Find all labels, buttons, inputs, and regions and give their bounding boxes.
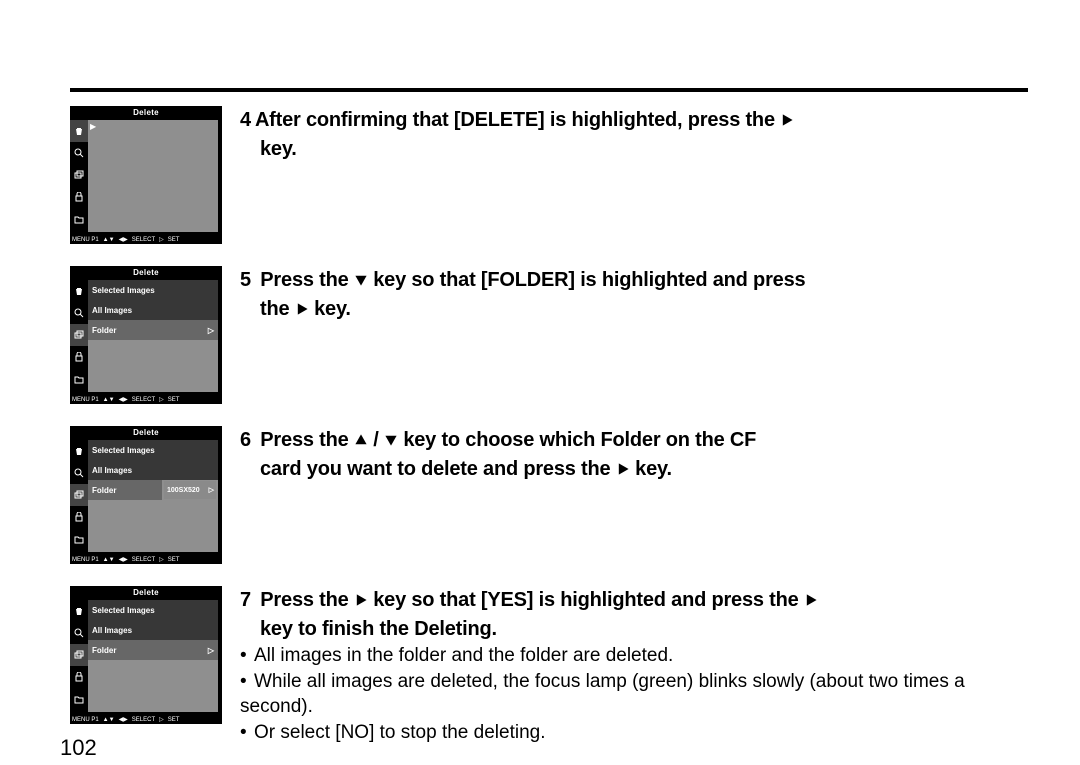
right-icon: ▷ (159, 396, 164, 403)
lcd-sidebar-icons (70, 120, 88, 232)
lcd-screen-5: Delete Selected Images All Images Folder… (70, 266, 222, 404)
trash-icon (70, 600, 88, 622)
lcd-sidebar-icons (70, 440, 88, 552)
lcd-footer: MENU P1 ▲▼ ◀▶ SELECT ▷ SET (70, 395, 222, 404)
slideshow-icon (70, 644, 88, 666)
right-arrow-icon (804, 587, 818, 615)
folder-name-box: 100SX520 ▷ (164, 481, 216, 499)
step-4-number: 4 (240, 109, 251, 131)
lcd-title: Delete (70, 266, 222, 278)
updown-icon: ▲▼ (103, 397, 115, 403)
note-1: All images in the folder and the folder … (254, 645, 673, 666)
folder-icon (70, 208, 88, 230)
step-5-text: 5 Press the key so that [FOLDER] is high… (240, 266, 1028, 324)
step-7-row: Delete Selected Images All Images Folder… (70, 582, 1028, 746)
lcd-screen-4: Delete (70, 106, 222, 244)
lcd-footer: MENU P1 ▲▼ ◀▶ SELECT ▷ SET (70, 715, 222, 724)
footer-menu: MENU P1 (72, 237, 99, 243)
down-arrow-icon (384, 427, 398, 455)
slideshow-icon (70, 324, 88, 346)
manual-page: Delete (0, 0, 1080, 765)
step-6-text: 6 Press the / key to choose which Folder… (240, 426, 1028, 484)
magnify-icon (70, 622, 88, 644)
step-4-row: Delete (70, 102, 1028, 254)
down-arrow-icon (354, 267, 368, 295)
updown-icon: ▲▼ (103, 557, 115, 563)
right-arrow-icon (780, 107, 794, 135)
step-6-row: Delete Selected Images All Images Folder… (70, 422, 1028, 574)
menu-item-all-images: All Images (88, 460, 218, 480)
step-7-text: 7 Press the key so that [YES] is highlig… (240, 586, 1028, 643)
lcd-screen-6: Delete Selected Images All Images Folder… (70, 426, 222, 564)
menu-item-selected-images: Selected Images (88, 280, 218, 300)
menu-item-selected-images: Selected Images (88, 600, 218, 620)
leftright-icon: ◀▶ (119, 236, 128, 243)
menu-item-all-images: All Images (88, 300, 218, 320)
right-indicator-icon: ▷ (209, 486, 214, 494)
lcd-screen-7: Delete Selected Images All Images Folder… (70, 586, 222, 724)
lcd-body: Selected Images All Images Folder ▷ (88, 280, 218, 392)
note-2: While all images are deleted, the focus … (240, 671, 965, 718)
menu-item-folder: Folder ▷ (88, 640, 218, 660)
right-indicator-icon: ▷ (208, 646, 214, 655)
up-arrow-icon (354, 427, 368, 455)
right-indicator-icon: ▷ (208, 326, 214, 335)
footer-select: SELECT (132, 237, 155, 243)
lcd-body: Selected Images All Images Folder ▷ (88, 600, 218, 712)
footer-set: SET (168, 237, 180, 243)
slideshow-icon (70, 164, 88, 186)
lcd-body (88, 120, 218, 232)
folder-icon (70, 368, 88, 390)
step-5-row: Delete Selected Images All Images Folder… (70, 262, 1028, 414)
right-icon: ▷ (159, 236, 164, 243)
magnify-icon (70, 142, 88, 164)
note-3: Or select [NO] to stop the deleting. (254, 722, 545, 743)
menu-item-all-images: All Images (88, 620, 218, 640)
play-indicator-icon: ▶ (90, 122, 96, 131)
step-6-number: 6 (240, 429, 251, 451)
lcd-title: Delete (70, 106, 222, 118)
right-icon: ▷ (159, 716, 164, 723)
lcd-sidebar-icons (70, 280, 88, 392)
updown-icon: ▲▼ (103, 237, 115, 243)
page-number: 102 (60, 735, 97, 761)
updown-icon: ▲▼ (103, 717, 115, 723)
step-7-number: 7 (240, 589, 251, 611)
right-arrow-icon (354, 587, 368, 615)
trash-icon (70, 280, 88, 302)
menu-item-folder: Folder (88, 480, 162, 500)
slideshow-icon (70, 484, 88, 506)
lcd-footer: MENU P1 ▲▼ ◀▶ SELECT ▷ SET (70, 555, 222, 564)
trash-icon (70, 440, 88, 462)
right-arrow-icon (616, 456, 630, 484)
step-7-notes: •All images in the folder and the folder… (240, 643, 1028, 746)
protect-icon (70, 666, 88, 688)
protect-icon (70, 506, 88, 528)
lcd-footer: MENU P1 ▲▼ ◀▶ SELECT ▷ SET (70, 235, 222, 244)
menu-item-selected-images: Selected Images (88, 440, 218, 460)
lcd-title: Delete (70, 426, 222, 438)
top-divider (70, 88, 1028, 92)
right-arrow-icon (295, 296, 309, 324)
protect-icon (70, 186, 88, 208)
step-5-number: 5 (240, 269, 251, 291)
lcd-sidebar-icons (70, 600, 88, 712)
step-4-text: 4After confirming that [DELETE] is highl… (240, 106, 1028, 163)
right-icon: ▷ (159, 556, 164, 563)
folder-icon (70, 528, 88, 550)
leftright-icon: ◀▶ (119, 396, 128, 403)
leftright-icon: ◀▶ (119, 716, 128, 723)
magnify-icon (70, 462, 88, 484)
lcd-body: Selected Images All Images Folder 100SX5… (88, 440, 218, 552)
magnify-icon (70, 302, 88, 324)
trash-icon (70, 120, 88, 142)
leftright-icon: ◀▶ (119, 556, 128, 563)
menu-item-folder: Folder ▷ (88, 320, 218, 340)
protect-icon (70, 346, 88, 368)
folder-icon (70, 688, 88, 710)
lcd-title: Delete (70, 586, 222, 598)
